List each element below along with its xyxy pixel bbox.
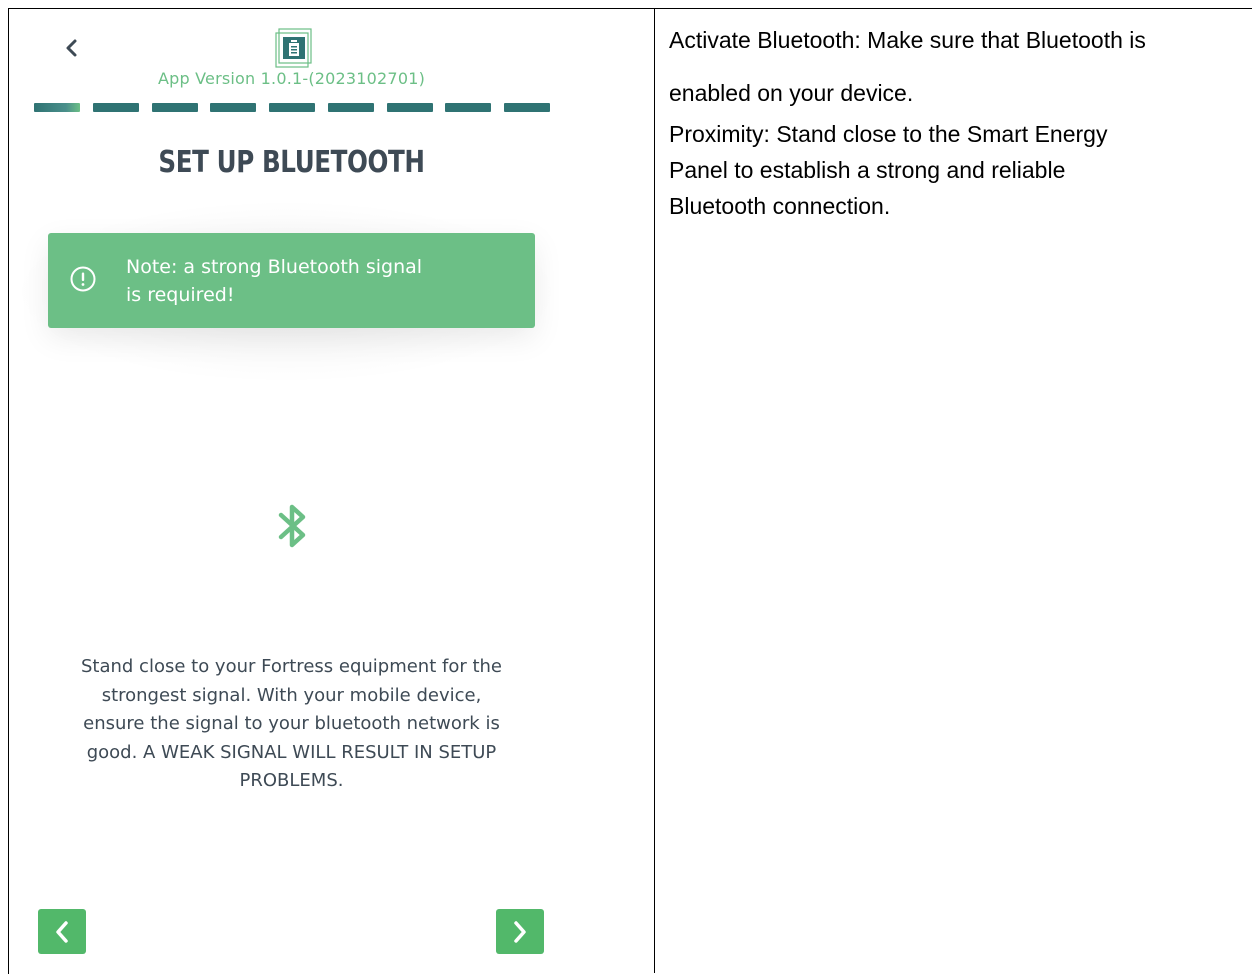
previous-button[interactable] [38,909,86,954]
doc-line-5: Bluetooth connection. [669,193,891,219]
progress-step-5 [269,103,315,112]
instructions-line-5: PROBLEMS. [239,770,344,791]
bluetooth-icon [278,504,306,548]
back-button[interactable] [54,31,88,65]
phone-screenshot: App Version 1.0.1-(2023102701) SET UP BL… [10,9,563,971]
doc-line-4: Panel to establish a strong and reliable [669,157,1066,183]
chevron-right-icon [514,920,526,943]
progress-step-3 [151,103,198,112]
progress-step-6 [327,103,374,112]
bluetooth-activation-paragraph: Activate Bluetooth: Make sure that Bluet… [669,14,1249,120]
setup-progress-bar [34,103,550,112]
doc-line-2: enabled on your device. [669,80,914,106]
page-title: SET UP BLUETOOTH [158,145,425,180]
instructions-line-1: Stand close to your Fortress equipment f… [80,656,503,677]
progress-step-4 [210,103,257,112]
instructions-line-2: strongest signal. With your mobile devic… [101,684,482,706]
note-text: Note: a strong Bluetooth signal is requi… [126,253,516,309]
instructions-line-3: ensure the signal to your bluetooth netw… [83,713,500,734]
chevron-left-icon [66,39,77,57]
doc-line-3: Proximity: Stand close to the Smart Ener… [669,121,1108,147]
table-column-divider [654,8,655,973]
progress-step-8 [445,103,492,112]
app-logo-icon [275,28,312,68]
proximity-paragraph: Proximity: Stand close to the Smart Ener… [669,116,1209,224]
note-line-2: is required! [126,284,235,306]
instructions-text: Stand close to your Fortress equipment f… [40,653,543,796]
progress-step-1 [34,103,80,112]
signal-note-banner: Note: a strong Bluetooth signal is requi… [48,233,535,328]
chevron-left-icon [56,920,68,943]
progress-step-2 [92,103,139,112]
instructions-line-4: good. A WEAK SIGNAL WILL RESULT IN SETUP [86,741,497,763]
note-line-1: Note: a strong Bluetooth signal [126,256,423,278]
progress-step-7 [386,103,433,112]
progress-step-9 [504,103,550,112]
doc-line-1: Activate Bluetooth: Make sure that Bluet… [669,27,1146,53]
app-version-label: App Version 1.0.1-(2023102701) [157,69,426,88]
exclamation-circle-icon [70,266,96,292]
next-button[interactable] [496,909,544,954]
